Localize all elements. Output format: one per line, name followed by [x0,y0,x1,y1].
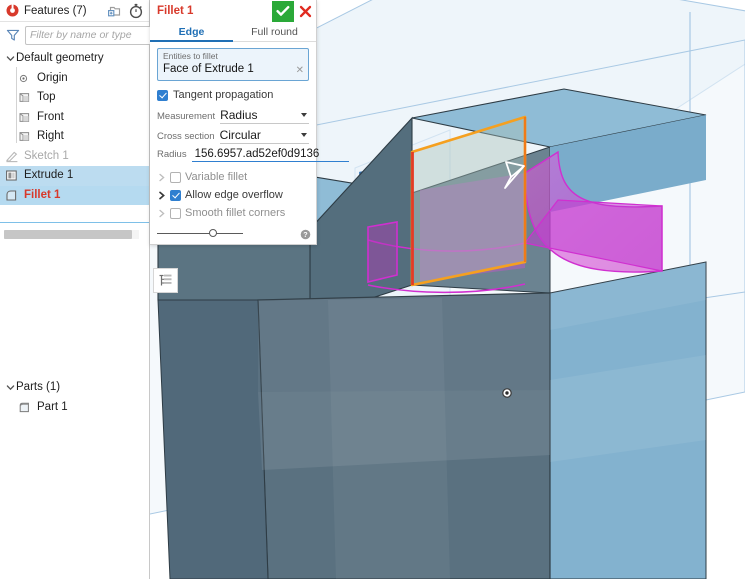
checkmark-icon [276,6,290,16]
tree-item-fillet-1[interactable]: Fillet 1 [0,185,149,205]
dialog-titlebar: Fillet 1 [150,0,316,22]
tree-item-label: Top [37,91,56,103]
instance-list-panel-button[interactable] [153,268,178,293]
cross-section-label: Cross section [157,131,215,142]
preview-quality-slider[interactable] [157,227,243,239]
tree-rollback-bar[interactable] [0,222,149,223]
parts-section-header[interactable]: Parts (1) [0,378,149,398]
tree-item-label: Extrude 1 [24,169,74,181]
chevron-right-icon[interactable] [157,173,166,182]
chevron-down-icon[interactable] [4,54,16,63]
tangent-propagation-checkbox[interactable] [157,89,168,101]
tree-item-right-plane[interactable]: Right [0,127,149,147]
tab-edge[interactable]: Edge [150,22,233,42]
cross-section-row: Cross section Circular [157,128,309,144]
tab-label: Full round [251,25,298,38]
chevron-right-icon[interactable] [157,191,166,200]
tangent-propagation-label: Tangent propagation [173,89,274,101]
tree-item-origin[interactable]: Origin [0,69,149,89]
tree-item-top-plane[interactable]: Top [0,88,149,108]
chevron-down-icon[interactable] [4,383,16,392]
clear-x-icon[interactable]: ✕ [296,66,304,76]
onshape-logo-icon [6,4,19,17]
dialog-title: Fillet 1 [157,5,194,17]
smooth-fillet-corners-row[interactable]: Smooth fillet corners [157,207,309,219]
plane-icon [18,111,33,124]
tab-label: Edge [178,25,205,38]
tree-item-label: Fillet 1 [24,188,61,201]
variable-fillet-label: Variable fillet [185,171,248,183]
part-icon [18,401,33,414]
chevron-down-icon [301,133,307,137]
onshape-app-window: Right [0,0,745,579]
feature-panel-header: Features (7) [0,0,149,22]
chevron-right-icon[interactable] [157,209,166,218]
allow-edge-overflow-checkbox[interactable] [170,189,181,201]
parts-section-title: Parts (1) [16,381,61,393]
feature-tree-list: Default geometry Origin Top Front Right … [0,48,149,239]
close-x-icon [299,5,311,17]
dialog-footer: ? [150,225,316,244]
entities-to-fillet-field[interactable]: Entities to fillet Face of Extrude 1 ✕ [157,48,309,81]
allow-edge-overflow-label: Allow edge overflow [185,189,283,201]
tree-item-label: Right [37,130,64,142]
feature-filter-row [0,22,172,48]
smooth-fillet-corners-checkbox[interactable] [170,207,181,219]
confirm-button[interactable] [272,0,294,22]
fillet-dialog: Fillet 1 Edge Full round Entities to fil… [150,0,349,245]
plane-icon [18,130,33,143]
measurement-row: Measurement Radius [157,108,309,124]
feature-panel-title: Features (7) [24,4,87,17]
cross-section-dropdown[interactable]: Circular [219,128,309,144]
radius-label: Radius [157,149,187,160]
cross-section-value: Circular [219,128,261,142]
filter-funnel-icon[interactable] [6,28,20,42]
instance-list-icon [159,274,172,286]
allow-edge-overflow-row[interactable]: Allow edge overflow [157,189,309,201]
dialog-body: Entities to fillet Face of Extrude 1 ✕ T… [150,42,349,225]
origin-point-marker [502,388,512,398]
tab-full-round[interactable]: Full round [233,22,316,41]
parts-section: Parts (1) Part 1 [0,378,149,417]
radius-row: Radius [157,148,349,162]
stopwatch-icon[interactable] [128,3,144,19]
parts-item-part-1[interactable]: Part 1 [0,398,149,418]
tree-item-default-geometry[interactable]: Default geometry [0,49,149,69]
entities-field-value: Face of Extrude 1 [163,63,254,75]
measurement-label: Measurement [157,111,216,122]
cancel-button[interactable] [294,1,316,22]
origin-icon [18,73,33,84]
tree-item-extrude-1[interactable]: Extrude 1 [0,166,149,186]
feature-tree-panel: Features (7) Filter by name or type Defa… [0,0,172,579]
tree-item-label: Sketch 1 [24,149,69,162]
variable-fillet-row[interactable]: Variable fillet [157,171,309,183]
fillet-icon [5,189,20,202]
parts-item-label: Part 1 [37,400,68,413]
tree-item-sketch-1[interactable]: Sketch 1 [0,147,149,167]
scrollbar-thumb[interactable] [4,230,132,239]
tangent-propagation-row[interactable]: Tangent propagation [157,89,309,101]
slider-track [157,232,243,234]
measurement-dropdown[interactable]: Radius [220,108,309,124]
tree-item-label: Default geometry [16,52,104,64]
add-folder-icon[interactable] [107,3,123,19]
help-question-icon[interactable]: ? [300,229,311,240]
tree-horizontal-scrollbar[interactable] [4,230,139,239]
smooth-fillet-corners-label: Smooth fillet corners [185,207,286,219]
svg-text:?: ? [303,230,307,239]
measurement-value: Radius [220,108,258,122]
chevron-down-icon [301,113,307,117]
tree-item-front-plane[interactable]: Front [0,108,149,128]
tree-item-label: Front [37,110,64,123]
slider-knob[interactable] [209,229,217,237]
dialog-tabs: Edge Full round [150,22,316,42]
plane-icon [18,91,33,104]
sketch-icon [5,149,20,163]
extrude-icon [5,169,20,182]
tree-item-label: Origin [37,71,68,84]
variable-fillet-checkbox[interactable] [170,171,181,183]
entities-field-label: Entities to fillet [163,51,218,61]
radius-input[interactable] [191,148,349,162]
